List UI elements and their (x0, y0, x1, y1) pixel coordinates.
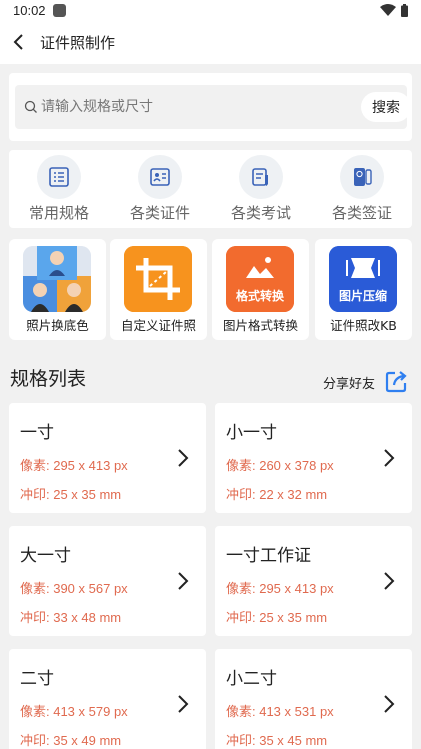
share-button[interactable]: 分享好友 (323, 369, 413, 395)
image-compress-icon: 图片压缩 (329, 246, 397, 312)
back-arrow-icon[interactable] (8, 30, 30, 54)
spec-print-size: 冲印: 25 x 35 mm (20, 487, 122, 502)
spec-print-size: 冲印: 25 x 35 mm (226, 610, 328, 625)
status-bar: 10:02 (0, 0, 421, 22)
spec-card[interactable]: 小一寸 像素: 260 x 378 px 冲印: 22 x 32 mm (215, 403, 412, 513)
search-icon (24, 100, 37, 113)
compress-icon-text: 图片压缩 (338, 289, 387, 303)
search-input[interactable] (41, 93, 351, 121)
spec-card[interactable]: 小二寸 像素: 413 x 531 px 冲印: 35 x 45 mm (215, 649, 412, 749)
tool-compress-kb[interactable]: 图片压缩 证件照改KB (315, 239, 412, 340)
category-visas[interactable]: 各类签证 (312, 150, 412, 228)
page-title: 证件照制作 (40, 34, 116, 52)
chevron-right-icon (384, 572, 395, 590)
category-id-docs[interactable]: 各类证件 (110, 150, 210, 228)
share-icon (385, 371, 407, 393)
app-header: 证件照制作 (0, 22, 421, 64)
spec-pixels: 像素: 413 x 579 px (20, 704, 128, 719)
chevron-right-icon (384, 449, 395, 467)
chevron-right-icon (178, 449, 189, 467)
tool-label: 自定义证件照 (120, 318, 196, 333)
spec-name: 一寸工作证 (226, 546, 311, 566)
id-card-icon (150, 168, 170, 186)
crop-icon (124, 246, 192, 312)
category-label: 各类签证 (331, 204, 392, 222)
image-format-icon: 格式转换 (226, 246, 294, 312)
spec-card[interactable]: 一寸工作证 像素: 295 x 413 px 冲印: 25 x 35 mm (215, 526, 412, 636)
tool-label: 证件照改KB (330, 318, 397, 333)
spec-pixels: 像素: 413 x 531 px (226, 704, 334, 719)
search-card: 搜索 (9, 73, 412, 141)
spec-pixels: 像素: 295 x 413 px (20, 458, 128, 473)
status-time: 10:02 (13, 3, 46, 18)
wifi-icon (380, 4, 396, 16)
spec-pixels: 像素: 295 x 413 px (226, 581, 334, 596)
spec-name: 小二寸 (226, 669, 277, 689)
category-label: 各类考试 (230, 204, 291, 222)
tool-label: 图片格式转换 (222, 318, 298, 333)
chevron-right-icon (384, 695, 395, 713)
spec-name: 一寸 (20, 423, 54, 443)
battery-icon (401, 4, 408, 17)
search-button[interactable]: 搜索 (361, 92, 411, 122)
spec-pixels: 像素: 390 x 567 px (20, 581, 128, 596)
spec-name: 二寸 (20, 669, 54, 689)
category-exams[interactable]: 各类考试 (211, 150, 311, 228)
list-icon (49, 167, 69, 187)
portrait-photos-icon (23, 246, 91, 312)
category-icon-bg (37, 155, 81, 199)
spec-card[interactable]: 一寸 像素: 295 x 413 px 冲印: 25 x 35 mm (9, 403, 206, 513)
tool-image-format[interactable]: 格式转换 图片格式转换 (212, 239, 309, 340)
category-bar: 常用规格 各类证件 各类考试 各类签证 (9, 150, 412, 228)
format-icon-text: 格式转换 (235, 289, 284, 303)
category-label: 各类证件 (129, 204, 190, 222)
tool-change-background[interactable]: 照片换底色 (9, 239, 106, 340)
spec-list-title: 规格列表 (10, 368, 87, 390)
spec-card[interactable]: 大一寸 像素: 390 x 567 px 冲印: 33 x 48 mm (9, 526, 206, 636)
category-common-specs[interactable]: 常用规格 (9, 150, 109, 228)
spec-print-size: 冲印: 33 x 48 mm (20, 610, 122, 625)
share-label: 分享好友 (323, 377, 376, 392)
spec-print-size: 冲印: 35 x 45 mm (226, 733, 328, 748)
category-label: 常用规格 (28, 204, 89, 222)
chevron-right-icon (178, 572, 189, 590)
search-box: 搜索 (15, 85, 411, 129)
tool-label: 照片换底色 (26, 318, 89, 333)
chevron-right-icon (178, 695, 189, 713)
spec-pixels: 像素: 260 x 378 px (226, 458, 334, 473)
category-icon-bg (239, 155, 283, 199)
spec-card[interactable]: 二寸 像素: 413 x 579 px 冲印: 35 x 49 mm (9, 649, 206, 749)
spec-name: 大一寸 (20, 546, 71, 566)
category-icon-bg (138, 155, 182, 199)
spec-print-size: 冲印: 35 x 49 mm (20, 733, 122, 748)
category-icon-bg (340, 155, 384, 199)
spec-name: 小一寸 (226, 423, 277, 443)
tool-custom-photo[interactable]: 自定义证件照 (110, 239, 207, 340)
notification-icon (53, 4, 66, 17)
passport-icon (354, 168, 372, 186)
exam-pen-icon (252, 168, 268, 186)
spec-print-size: 冲印: 22 x 32 mm (226, 487, 328, 502)
